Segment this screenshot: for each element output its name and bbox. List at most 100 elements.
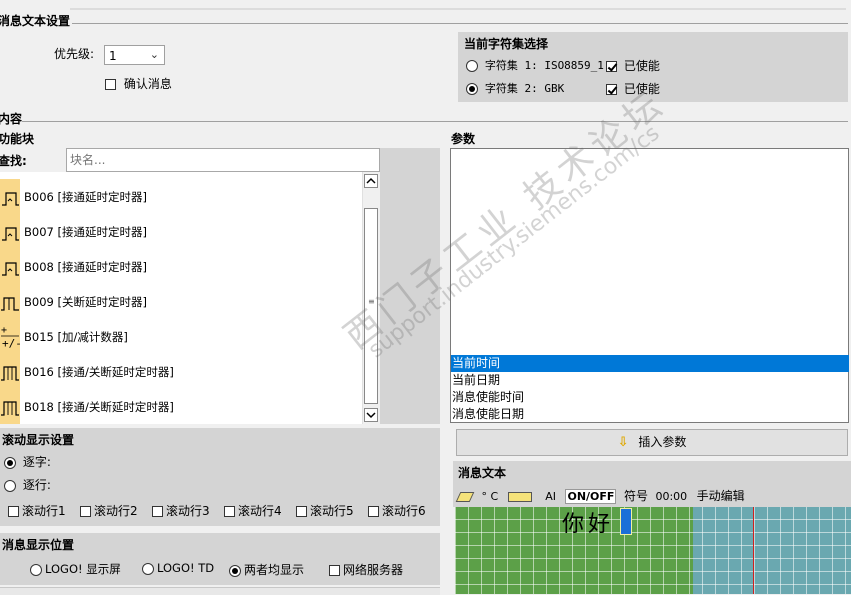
list-item[interactable]: B016 [接通/关断延时定时器] — [0, 354, 360, 389]
charset-2-label: 字符集 2: GBK — [484, 82, 565, 95]
scroll-line-2-box[interactable] — [80, 506, 91, 517]
charset-1-enabled-box[interactable] — [606, 61, 617, 72]
list-item[interactable]: B007 [接通延时定时器] — [0, 214, 360, 249]
on-off-delay-timer-icon — [0, 389, 20, 424]
scroll-line-3-checkbox[interactable]: 滚动行3 — [152, 502, 210, 519]
charset-1-enabled-label: 已使能 — [623, 59, 660, 73]
message-grid-lines — [455, 507, 851, 594]
confirm-message-box[interactable] — [105, 79, 116, 90]
charset-1-radio[interactable]: 字符集 1: ISO8859_1 — [466, 57, 604, 73]
priority-value: 1 — [109, 49, 117, 63]
chevron-down-icon — [366, 412, 376, 419]
list-item[interactable]: B009 [关断延时定时器] — [0, 284, 360, 319]
scroll-by-char-dot[interactable] — [4, 456, 16, 469]
insert-parameter-label: 插入参数 — [638, 435, 687, 449]
list-item[interactable]: B006 [接通延时定时器] — [0, 179, 360, 214]
charset-2-radio[interactable]: 字符集 2: GBK — [466, 80, 564, 96]
confirm-message-checkbox[interactable]: 确认消息 — [105, 75, 172, 92]
scroll-line-3-box[interactable] — [152, 506, 163, 517]
charset-1-radio-dot[interactable] — [466, 59, 478, 72]
scroll-by-char-label: 逐字: — [22, 455, 51, 469]
scroll-line-5-box[interactable] — [296, 506, 307, 517]
section-divider — [72, 23, 848, 24]
on-delay-timer-icon — [0, 249, 20, 284]
charset-2-enabled[interactable]: 已使能 — [606, 80, 660, 97]
scroll-by-line-dot[interactable] — [4, 479, 16, 492]
scroll-line-4-label: 滚动行4 — [238, 504, 282, 518]
list-item-label: B009 [关断延时定时器] — [24, 295, 147, 309]
section-title-content: 内容 — [0, 112, 23, 126]
display-web-server-box[interactable] — [329, 565, 340, 576]
parameter-item-enable-date[interactable]: 消息使能日期 — [451, 406, 849, 423]
display-logo-screen-label: LOGO! 显示屏 — [45, 562, 121, 576]
svg-text:+: + — [1, 325, 7, 336]
scroll-line-4-checkbox[interactable]: 滚动行4 — [224, 502, 282, 519]
search-input[interactable] — [66, 148, 380, 172]
parameter-item-enable-time[interactable]: 消息使能时间 — [451, 389, 849, 406]
display-both-dot[interactable] — [229, 564, 241, 577]
display-both-radio[interactable]: 两者均显示 — [229, 561, 304, 578]
display-logo-screen-radio[interactable]: LOGO! 显示屏 — [30, 561, 121, 577]
scroll-line-1-box[interactable] — [8, 506, 19, 517]
svg-text:+/-: +/- — [2, 337, 20, 350]
list-item[interactable]: + +/- B015 [加/减计数器] — [0, 319, 360, 354]
scroll-line-6-checkbox[interactable]: 滚动行6 — [368, 502, 426, 519]
time-button[interactable]: 00:00 — [655, 490, 687, 503]
content-divider — [22, 121, 848, 122]
function-block-list[interactable]: B006 [接通延时定时器] B007 [接通延时定时器] B008 [接通延时… — [0, 172, 380, 424]
analog-input-button[interactable]: AI — [545, 490, 556, 503]
scroll-by-char-radio[interactable]: 逐字: — [4, 453, 51, 470]
list-item[interactable]: B018 [接通/关断延时定时器] — [0, 389, 360, 424]
list-item-label: B016 [接通/关断延时定时器] — [24, 365, 174, 379]
eraser-icon[interactable] — [455, 492, 475, 502]
charset-1-label: 字符集 1: ISO8859_1 — [484, 59, 604, 72]
display-logo-td-dot[interactable] — [142, 562, 154, 575]
charset-2-enabled-label: 已使能 — [623, 82, 660, 96]
scroll-settings-title: 滚动显示设置 — [2, 433, 75, 447]
scroll-line-2-label: 滚动行2 — [94, 504, 138, 518]
message-text-title: 消息文本 — [458, 466, 507, 480]
priority-select[interactable]: 1 ⌄ — [104, 45, 165, 65]
display-logo-td-label: LOGO! TD — [157, 561, 215, 575]
parameters-title: 参数 — [451, 132, 476, 146]
bar-graph-icon[interactable] — [507, 492, 532, 502]
symbol-button[interactable]: 符号 — [624, 489, 648, 503]
charset-2-enabled-box[interactable] — [606, 84, 617, 95]
insert-parameter-button[interactable]: ⇩ 插入参数 — [456, 429, 848, 456]
list-item-label: B008 [接通延时定时器] — [24, 260, 147, 274]
onoff-button[interactable]: ON/OFF — [565, 489, 617, 504]
display-logo-td-radio[interactable]: LOGO! TD — [142, 561, 214, 575]
charset-1-enabled[interactable]: 已使能 — [606, 57, 660, 74]
scroll-down-button[interactable] — [364, 408, 378, 422]
section-title-msg-settings: 消息文本设置 — [0, 14, 71, 28]
scroll-line-6-box[interactable] — [368, 506, 379, 517]
list-item[interactable]: B008 [接通延时定时器] — [0, 249, 360, 284]
scroll-by-line-label: 逐行: — [22, 478, 51, 492]
chevron-down-icon: ⌄ — [149, 48, 159, 61]
display-logo-screen-dot[interactable] — [30, 563, 42, 576]
charset-2-radio-dot[interactable] — [466, 82, 478, 95]
on-delay-timer-icon — [0, 214, 20, 249]
top-right-border — [70, 8, 846, 10]
scroll-line-5-label: 滚动行5 — [310, 504, 354, 518]
on-delay-timer-icon — [0, 179, 20, 214]
scroll-up-button[interactable] — [364, 174, 378, 188]
scroll-line-5-checkbox[interactable]: 滚动行5 — [296, 502, 354, 519]
chevron-up-icon — [366, 177, 376, 184]
parameter-item-current-date[interactable]: 当前日期 — [451, 372, 849, 389]
manual-edit-button[interactable]: 手动编辑 — [697, 489, 745, 503]
message-text-content[interactable]: 你好 — [562, 506, 614, 538]
parameter-item-current-time[interactable]: 当前时间 — [451, 355, 849, 372]
scroll-line-4-box[interactable] — [224, 506, 235, 517]
scroll-line-2-checkbox[interactable]: 滚动行2 — [80, 502, 138, 519]
degree-c-button[interactable]: ° C — [482, 490, 499, 503]
scroll-by-line-radio[interactable]: 逐行: — [4, 476, 51, 493]
scroll-line-1-checkbox[interactable]: 滚动行1 — [8, 502, 66, 519]
list-right-border — [380, 148, 440, 424]
search-label: 查找: — [0, 154, 27, 168]
display-web-server-checkbox[interactable]: 网络服务器 — [329, 561, 403, 578]
function-blocks-title: 功能块 — [0, 132, 35, 146]
list-scrollbar[interactable]: ≡ — [362, 172, 380, 424]
scroll-thumb[interactable]: ≡ — [364, 208, 378, 404]
charset-title: 当前字符集选择 — [464, 37, 549, 51]
